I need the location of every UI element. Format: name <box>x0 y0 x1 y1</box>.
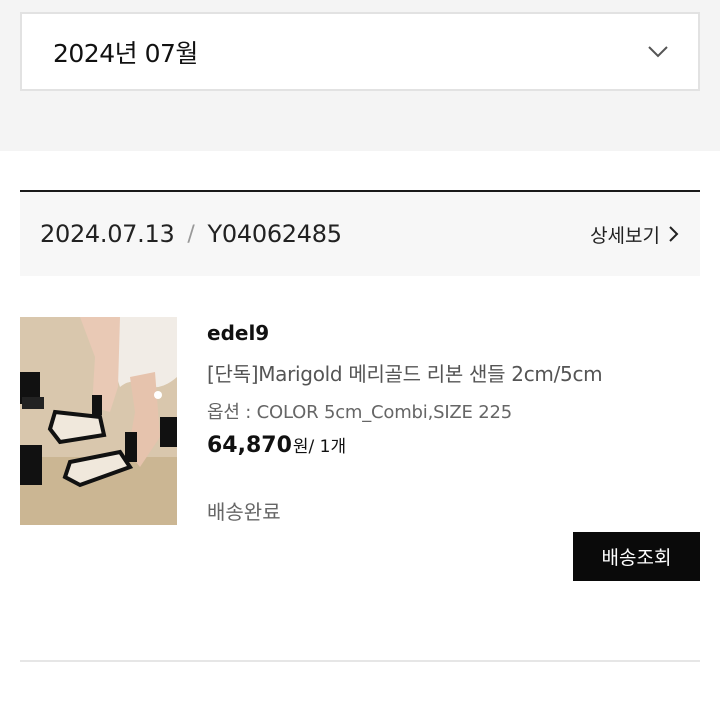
order-number: Y04062485 <box>207 220 342 248</box>
price-unit: 원 <box>292 437 309 457</box>
product-name[interactable]: [단독]Marigold 메리골드 리본 샌들 2cm/5cm <box>207 358 603 387</box>
divider <box>20 660 700 662</box>
chevron-right-icon <box>669 226 679 242</box>
chevron-down-icon <box>646 40 670 64</box>
product-option: 옵션 : COLOR 5cm_Combi,SIZE 225 <box>207 402 513 423</box>
detail-view-label: 상세보기 <box>590 224 660 247</box>
month-select[interactable]: 2024년 07월 <box>20 12 700 91</box>
order-header: 2024.07.13 / Y04062485 상세보기 <box>20 190 700 276</box>
detail-view-link[interactable]: 상세보기 <box>590 221 680 248</box>
product-brand[interactable]: edel9 <box>207 321 269 345</box>
order-meta: 2024.07.13 / Y04062485 <box>40 220 342 248</box>
track-delivery-button[interactable]: 배송조회 <box>573 532 700 581</box>
delivery-status: 배송완료 <box>207 500 281 524</box>
product-thumbnail[interactable] <box>20 317 177 525</box>
order-separator: / <box>187 221 195 247</box>
month-select-value: 2024년 07월 <box>53 38 198 68</box>
product-quantity: / 1개 <box>308 437 347 457</box>
product-price: 64,870 <box>207 433 292 458</box>
order-date: 2024.07.13 <box>40 220 175 248</box>
price-row: 64,870 원 / 1개 <box>207 432 346 458</box>
